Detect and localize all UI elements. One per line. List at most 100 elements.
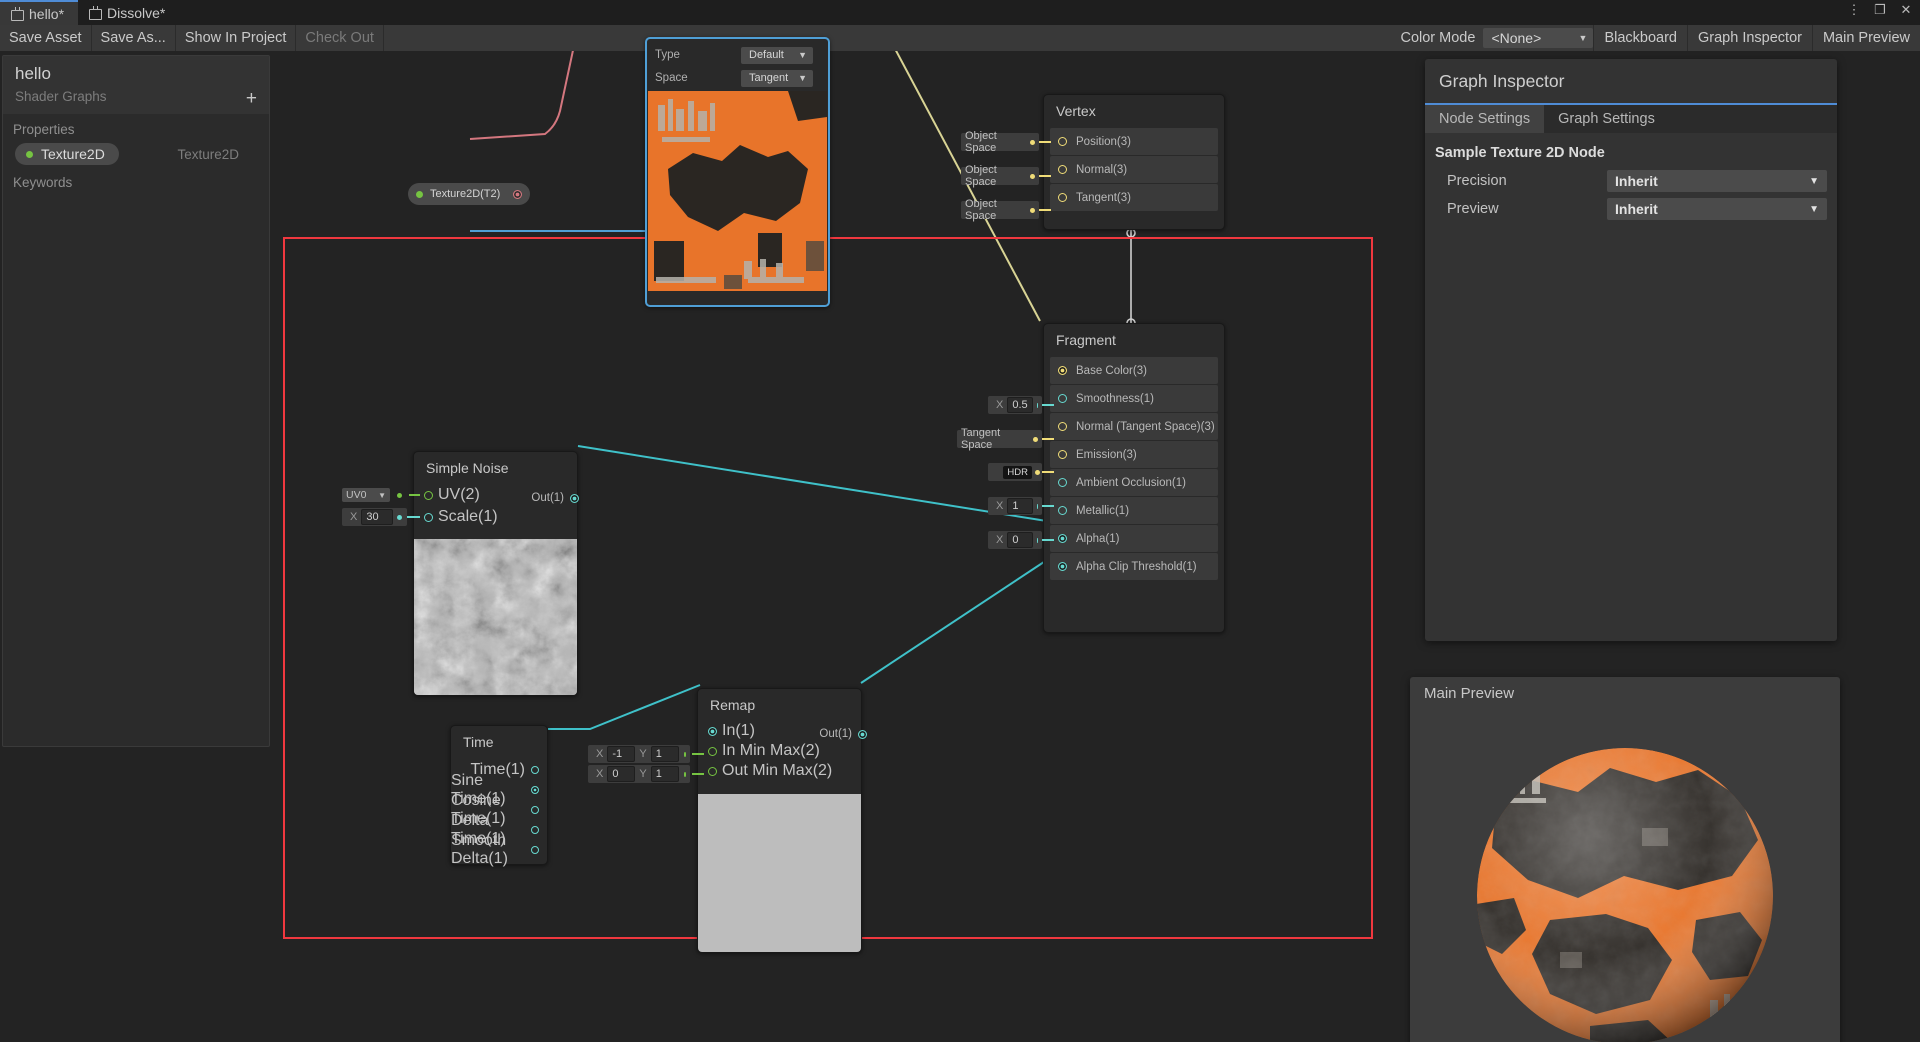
graph-inspector-toggle-button[interactable]: Graph Inspector xyxy=(1686,25,1812,51)
tab-dissolve[interactable]: Dissolve* xyxy=(78,0,179,25)
remap-in-port-icon[interactable] xyxy=(708,726,717,736)
alpha-port-icon[interactable] xyxy=(1058,534,1067,543)
vertex-port-tangent[interactable]: Tangent(3) xyxy=(1050,184,1218,211)
fragment-port-emission[interactable]: Emission(3) xyxy=(1050,441,1218,468)
vertex-port-normal[interactable]: Normal(3) xyxy=(1050,156,1218,183)
space-dropdown[interactable]: Tangent ▼ xyxy=(741,69,813,87)
simple-noise-input-scale[interactable]: Scale(1) xyxy=(414,506,577,528)
add-property-button[interactable]: + xyxy=(246,89,257,108)
remap-out-min-field[interactable]: 0 xyxy=(607,766,636,782)
normal-port-icon[interactable] xyxy=(1058,165,1067,174)
preview-dropdown[interactable]: Inherit ▼ xyxy=(1607,198,1827,220)
simple-noise-output-row[interactable]: Out(1) xyxy=(497,492,579,504)
texture2d-property-node[interactable]: Texture2D(T2) xyxy=(408,183,530,205)
delta-time-port-icon[interactable] xyxy=(531,826,539,834)
tab-hello[interactable]: hello* xyxy=(0,0,79,25)
fragment-node[interactable]: Fragment Base Color(3) Smoothness(1) Nor… xyxy=(1043,323,1225,633)
blackboard-property-row[interactable]: Texture2D Texture2D xyxy=(3,141,269,167)
ambient-occlusion-port-icon[interactable] xyxy=(1058,478,1067,487)
smoothness-port-icon[interactable] xyxy=(1058,394,1067,403)
time-port-icon[interactable] xyxy=(531,766,539,774)
blackboard-section-keywords[interactable]: Keywords xyxy=(3,167,269,194)
main-preview-toggle-button[interactable]: Main Preview xyxy=(1811,25,1920,51)
remap-out-min-max-slot[interactable]: X 0 Y 1 xyxy=(588,765,690,783)
scale-input-port-icon[interactable] xyxy=(424,512,433,522)
remap-out-min-max-port-icon[interactable] xyxy=(708,766,717,776)
remap-in-max-field[interactable]: 1 xyxy=(650,746,679,762)
smoothness-value-slot[interactable]: X 0.5 xyxy=(988,396,1042,414)
vertex-node[interactable]: Vertex Position(3) Normal(3) Tangent(3) xyxy=(1043,94,1225,230)
ambient-occlusion-value-field[interactable]: 1 xyxy=(1007,498,1034,514)
metallic-value-field[interactable]: 0 xyxy=(1007,532,1034,548)
noise-scale-slot[interactable]: X 30 xyxy=(342,508,407,526)
uv-channel-slot[interactable]: UV0 ▼ xyxy=(342,486,407,504)
sine-time-port-icon[interactable] xyxy=(531,786,539,794)
show-in-project-button[interactable]: Show In Project xyxy=(176,25,297,51)
uv-channel-dropdown[interactable]: UV0 ▼ xyxy=(342,488,390,502)
fragment-port-alpha[interactable]: Alpha(1) xyxy=(1050,525,1218,552)
texture2d-output-port[interactable] xyxy=(513,189,522,199)
remap-input-out-min-max[interactable]: Out Min Max(2) xyxy=(698,761,861,781)
type-dropdown[interactable]: Default ▼ xyxy=(741,46,813,64)
noise-scale-field[interactable]: 30 xyxy=(361,509,394,525)
fragment-port-base-color[interactable]: Base Color(3) xyxy=(1050,357,1218,384)
ambient-occlusion-value-slot[interactable]: X 1 xyxy=(988,497,1042,515)
simple-noise-out-port-icon[interactable] xyxy=(570,493,579,503)
remap-in-min-max-slot[interactable]: X -1 Y 1 xyxy=(588,745,690,763)
precision-dropdown[interactable]: Inherit ▼ xyxy=(1607,170,1827,192)
metallic-value-slot[interactable]: X 0 xyxy=(988,531,1042,549)
vertex-port-position[interactable]: Position(3) xyxy=(1050,128,1218,155)
remap-in-min-max-port-icon[interactable] xyxy=(708,746,717,756)
simple-noise-node[interactable]: Simple Noise UV(2) Scale(1) xyxy=(413,451,578,696)
main-preview-panel[interactable]: Main Preview xyxy=(1410,677,1840,1042)
close-icon[interactable]: ✕ xyxy=(1898,2,1914,18)
remap-out-port-icon[interactable] xyxy=(858,729,867,739)
fragment-port-ambient-occlusion[interactable]: Ambient Occlusion(1) xyxy=(1050,469,1218,496)
fragment-port-alpha-clip[interactable]: Alpha Clip Threshold(1) xyxy=(1050,553,1218,580)
property-texture2d[interactable]: Texture2D xyxy=(15,143,119,165)
save-as-button[interactable]: Save As... xyxy=(92,25,176,51)
emission-color-slot[interactable]: HDR xyxy=(988,463,1042,481)
vertex-tangent-space-slot[interactable]: Object Space xyxy=(961,198,1039,222)
graph-canvas[interactable]: hello Shader Graphs + Properties Texture… xyxy=(0,37,1920,1042)
metallic-port-icon[interactable] xyxy=(1058,506,1067,515)
smooth-delta-port-icon[interactable] xyxy=(531,846,539,854)
graph-inspector-panel[interactable]: Graph Inspector Node Settings Graph Sett… xyxy=(1425,59,1837,641)
color-mode-dropdown[interactable]: <None> ▼ xyxy=(1483,28,1594,48)
fragment-port-metallic[interactable]: Metallic(1) xyxy=(1050,497,1218,524)
emission-hdr-badge[interactable]: HDR xyxy=(1003,465,1032,479)
uv-input-port-icon[interactable] xyxy=(424,490,433,500)
normal-space-slot[interactable]: Tangent Space xyxy=(957,427,1042,451)
blackboard-section-properties[interactable]: Properties xyxy=(3,114,269,141)
smoothness-value-field[interactable]: 0.5 xyxy=(1007,397,1034,413)
emission-port-icon[interactable] xyxy=(1058,450,1067,459)
vertex-position-space-slot[interactable]: Object Space xyxy=(961,130,1039,154)
sample-texture-2d-node[interactable]: Type Default ▼ Space Tangent ▼ xyxy=(645,37,830,307)
fragment-port-emission-label: Emission(3) xyxy=(1076,448,1137,461)
position-port-icon[interactable] xyxy=(1058,137,1067,146)
tangent-port-icon[interactable] xyxy=(1058,193,1067,202)
fragment-port-smoothness[interactable]: Smoothness(1) xyxy=(1050,385,1218,412)
base-color-port-icon[interactable] xyxy=(1058,366,1067,375)
cosine-time-port-icon[interactable] xyxy=(531,806,539,814)
alpha-clip-threshold-port-icon[interactable] xyxy=(1058,562,1067,571)
vertex-port-normal-label: Normal(3) xyxy=(1076,163,1128,176)
remap-output-row[interactable]: Out(1) xyxy=(795,728,867,740)
normal-tangent-space-port-icon[interactable] xyxy=(1058,422,1067,431)
remap-in-min-field[interactable]: -1 xyxy=(607,746,636,762)
fragment-port-normal[interactable]: Normal (Tangent Space)(3) xyxy=(1050,413,1218,440)
blackboard-toggle-button[interactable]: Blackboard xyxy=(1593,25,1687,51)
save-asset-button[interactable]: Save Asset xyxy=(0,25,92,51)
main-preview-stage[interactable] xyxy=(1410,708,1840,1042)
time-node[interactable]: Time Time(1) Sine Time(1) Cosine Time(1)… xyxy=(450,725,548,867)
time-output-smooth-delta[interactable]: Smooth Delta(1) xyxy=(451,832,539,867)
fragment-port-smoothness-label: Smoothness(1) xyxy=(1076,392,1154,405)
tab-graph-settings[interactable]: Graph Settings xyxy=(1544,105,1669,133)
tab-node-settings[interactable]: Node Settings xyxy=(1425,105,1545,133)
remap-input-in-min-max[interactable]: In Min Max(2) xyxy=(698,741,861,761)
more-options-icon[interactable]: ⋮ xyxy=(1846,2,1862,18)
vertex-normal-space-slot[interactable]: Object Space xyxy=(961,164,1039,188)
blackboard-panel[interactable]: hello Shader Graphs + Properties Texture… xyxy=(2,55,270,747)
remap-out-max-field[interactable]: 1 xyxy=(650,766,679,782)
maximize-icon[interactable]: ❐ xyxy=(1872,2,1888,18)
